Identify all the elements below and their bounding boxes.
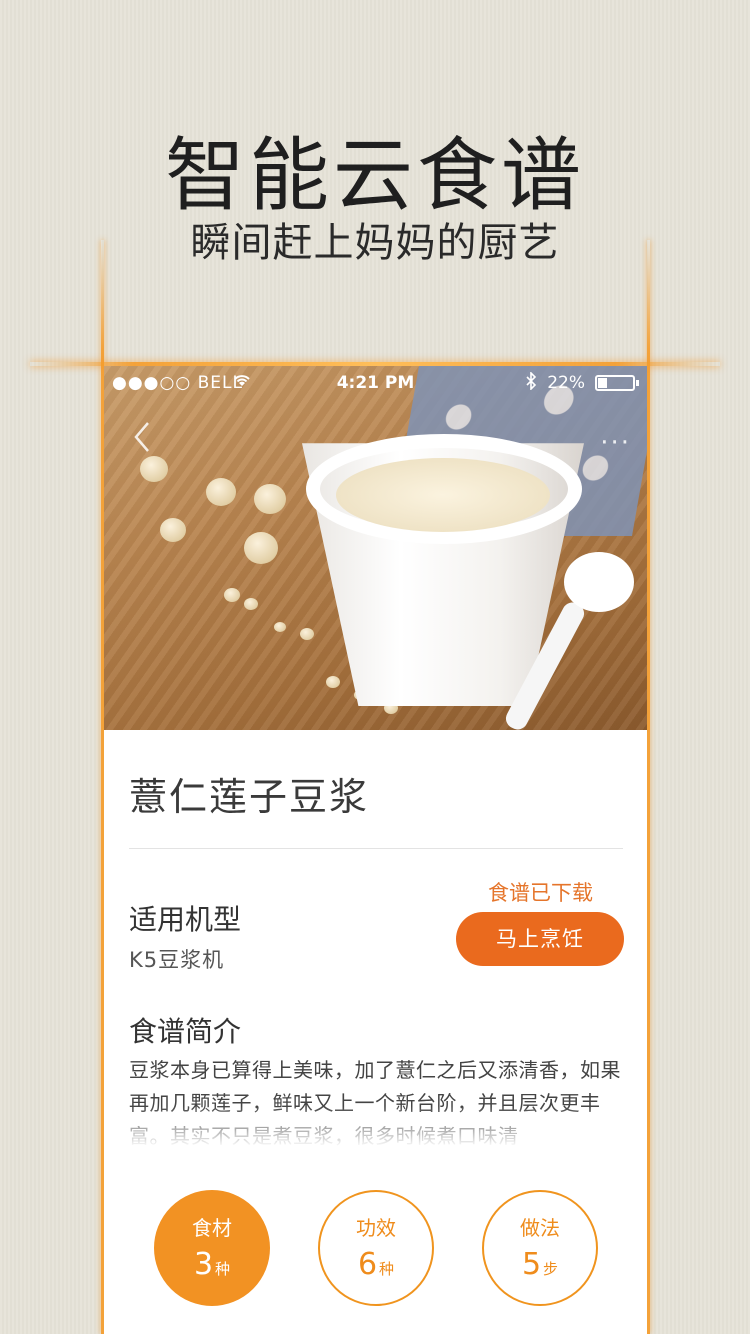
download-status: 食谱已下载 bbox=[488, 881, 593, 905]
promo-subheadline: 瞬间赶上妈妈的厨艺 bbox=[190, 220, 560, 266]
tab-effects[interactable]: 功效 6种 bbox=[318, 1190, 434, 1306]
intro-fade bbox=[104, 1106, 647, 1152]
model-label: 适用机型 bbox=[129, 903, 242, 936]
cook-now-button[interactable]: 马上烹饪 bbox=[456, 912, 624, 966]
tab-effects-unit: 种 bbox=[379, 1260, 395, 1278]
tab-steps-title: 做法 bbox=[520, 1216, 560, 1240]
battery-icon bbox=[595, 375, 639, 391]
tab-ingredients[interactable]: 食材 3种 bbox=[154, 1190, 270, 1306]
tab-ingredients-unit: 种 bbox=[215, 1260, 231, 1278]
phone-screen: ●●●○○ BELL 4:21 PM 22% ··· 薏仁莲子豆浆 适用机型 K… bbox=[104, 366, 647, 1334]
tab-steps[interactable]: 做法 5步 bbox=[482, 1190, 598, 1306]
tab-ingredients-count: 3 bbox=[193, 1247, 214, 1282]
battery-percent: 22% bbox=[547, 373, 585, 393]
tab-ingredients-title: 食材 bbox=[192, 1216, 232, 1240]
more-icon[interactable]: ··· bbox=[600, 428, 631, 458]
model-value: K5豆浆机 bbox=[129, 948, 225, 972]
tab-steps-unit: 步 bbox=[543, 1260, 559, 1278]
tab-steps-count: 5 bbox=[521, 1247, 542, 1282]
status-bar: ●●●○○ BELL 4:21 PM 22% bbox=[104, 366, 647, 400]
back-icon[interactable] bbox=[132, 420, 162, 460]
recipe-hero-image bbox=[104, 366, 647, 730]
intro-label: 食谱简介 bbox=[129, 1015, 242, 1048]
tab-effects-title: 功效 bbox=[356, 1216, 396, 1240]
frame-glow-right bbox=[647, 240, 650, 1334]
recipe-title: 薏仁莲子豆浆 bbox=[129, 775, 370, 819]
promo-headline: 智能云食谱 bbox=[165, 129, 585, 222]
tab-effects-count: 6 bbox=[357, 1247, 378, 1282]
bluetooth-icon bbox=[525, 371, 537, 395]
divider bbox=[129, 848, 623, 849]
